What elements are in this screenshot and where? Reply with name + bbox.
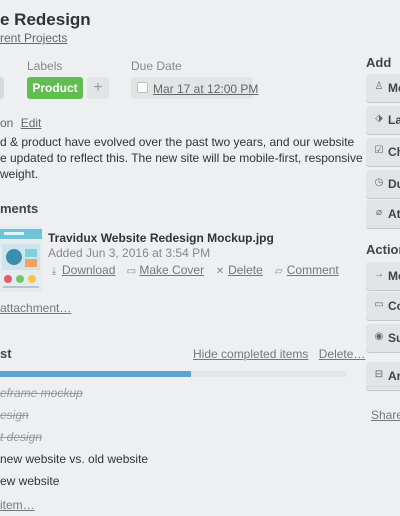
card-icon: ▭: [374, 299, 384, 310]
sidebar-button-label: Checklist: [388, 145, 400, 159]
archive-icon: ⊟: [374, 369, 384, 380]
sidebar-divider: [366, 386, 400, 387]
sidebar-attachment-button[interactable]: ⌀ Attachment: [366, 200, 400, 228]
attachments-heading: ments: [0, 201, 39, 216]
comment-label: Comment: [286, 263, 339, 277]
attachment-added-date: Added Jun 3, 2016 at 3:54 PM: [48, 246, 211, 260]
clock-icon: ◷: [374, 177, 384, 188]
checklist-item[interactable]: new website vs. old website: [0, 452, 148, 466]
eye-icon: ◉: [374, 331, 384, 342]
sidebar-button-label: Archive: [388, 369, 400, 383]
checklist-icon: ☑: [374, 145, 384, 156]
edit-description-link[interactable]: Edit: [21, 116, 42, 130]
delete-checklist-button[interactable]: Delete…: [319, 347, 366, 361]
add-attachment-link[interactable]: attachment…: [0, 301, 71, 315]
add-label-button[interactable]: +: [87, 77, 109, 99]
sidebar-copy-button[interactable]: ▭ Copy: [366, 292, 400, 320]
sidebar-add-heading: Add: [366, 55, 392, 70]
download-label: Download: [62, 263, 116, 277]
description-heading: on Edit: [0, 116, 41, 130]
attachment-thumbnail[interactable]: [0, 226, 42, 292]
download-button[interactable]: ⤓ Download: [48, 263, 116, 277]
checklist-progress-fill: [0, 371, 191, 377]
person-icon: ♙: [374, 81, 384, 92]
close-icon: ✕: [215, 266, 225, 277]
sidebar-actions-heading: Actions: [366, 242, 400, 257]
tag-icon: ⬗: [375, 113, 383, 124]
card-icon: ▭: [126, 266, 137, 277]
sidebar-button-label: Due Date: [388, 177, 400, 191]
description-body[interactable]: d & product have evolved over the past t…: [0, 134, 363, 182]
sidebar-button-label: Labels: [388, 113, 400, 127]
make-cover-button[interactable]: ▭ Make Cover: [125, 263, 204, 277]
paperclip-icon: ⌀: [375, 207, 383, 218]
attachment-actions: ⤓ Download ▭ Make Cover ✕ Delete ▱ Comment: [48, 263, 349, 277]
description-line: d & product have evolved over the past t…: [0, 135, 355, 149]
share-link[interactable]: Share: [371, 408, 400, 422]
labels-heading: Labels: [27, 59, 63, 73]
checklist-item[interactable]: eframe mockup: [0, 386, 83, 400]
delete-label: Delete: [228, 263, 263, 277]
checklist-progress-bar: [0, 371, 347, 377]
sidebar-checklist-button[interactable]: ☑ Checklist: [366, 138, 400, 166]
sidebar-labels-button[interactable]: ⬗ Labels: [366, 106, 400, 134]
make-cover-label: Make Cover: [139, 263, 205, 277]
attachment-file-name[interactable]: Travidux Website Redesign Mockup.jpg: [48, 231, 274, 245]
due-date-heading: Due Date: [131, 59, 182, 73]
checklist-item[interactable]: t design: [0, 430, 42, 444]
sidebar-button-label: Move: [388, 269, 400, 283]
description-line: weight.: [0, 167, 39, 181]
sidebar-members-button[interactable]: ♙ Members: [366, 74, 400, 102]
download-icon: ⤓: [51, 266, 57, 277]
checklist-heading: st: [0, 346, 12, 361]
checklist-actions: Hide completed items Delete…: [193, 347, 372, 361]
due-date-checkbox[interactable]: [137, 82, 148, 93]
delete-attachment-button[interactable]: ✕ Delete: [214, 263, 263, 277]
sidebar-subscribe-button[interactable]: ◉ Subscribe: [366, 324, 400, 352]
arrow-right-icon: →: [374, 269, 384, 280]
due-date-value[interactable]: Mar 17 at 12:00 PM: [153, 82, 258, 96]
checklist-item[interactable]: esign: [0, 408, 29, 422]
card-title[interactable]: e Redesign: [0, 10, 91, 30]
checklist-item[interactable]: ew website: [0, 474, 59, 488]
sidebar-button-label: Copy: [388, 299, 400, 313]
label-product[interactable]: Product: [27, 77, 83, 99]
comment-icon: ▱: [274, 266, 283, 277]
sidebar-button-label: Attachment: [388, 207, 400, 221]
sidebar-move-button[interactable]: → Move: [366, 262, 400, 290]
card-list-reference: rent Projects: [0, 31, 67, 45]
add-checklist-item-link[interactable]: item…: [0, 498, 35, 512]
list-link[interactable]: rent Projects: [0, 31, 67, 45]
sidebar-button-label: Subscribe: [388, 331, 400, 345]
description-line: e updated to reflect this. The new site …: [0, 151, 363, 165]
hide-completed-button[interactable]: Hide completed items: [193, 347, 308, 361]
mockup-thumbnail-image: [0, 226, 42, 292]
description-heading-text: on: [0, 116, 14, 130]
sidebar-due-date-button[interactable]: ◷ Due Date: [366, 170, 400, 198]
comment-button[interactable]: ▱ Comment: [273, 263, 339, 277]
label-chip-partial[interactable]: [0, 77, 4, 99]
sidebar-button-label: Members: [388, 81, 400, 95]
